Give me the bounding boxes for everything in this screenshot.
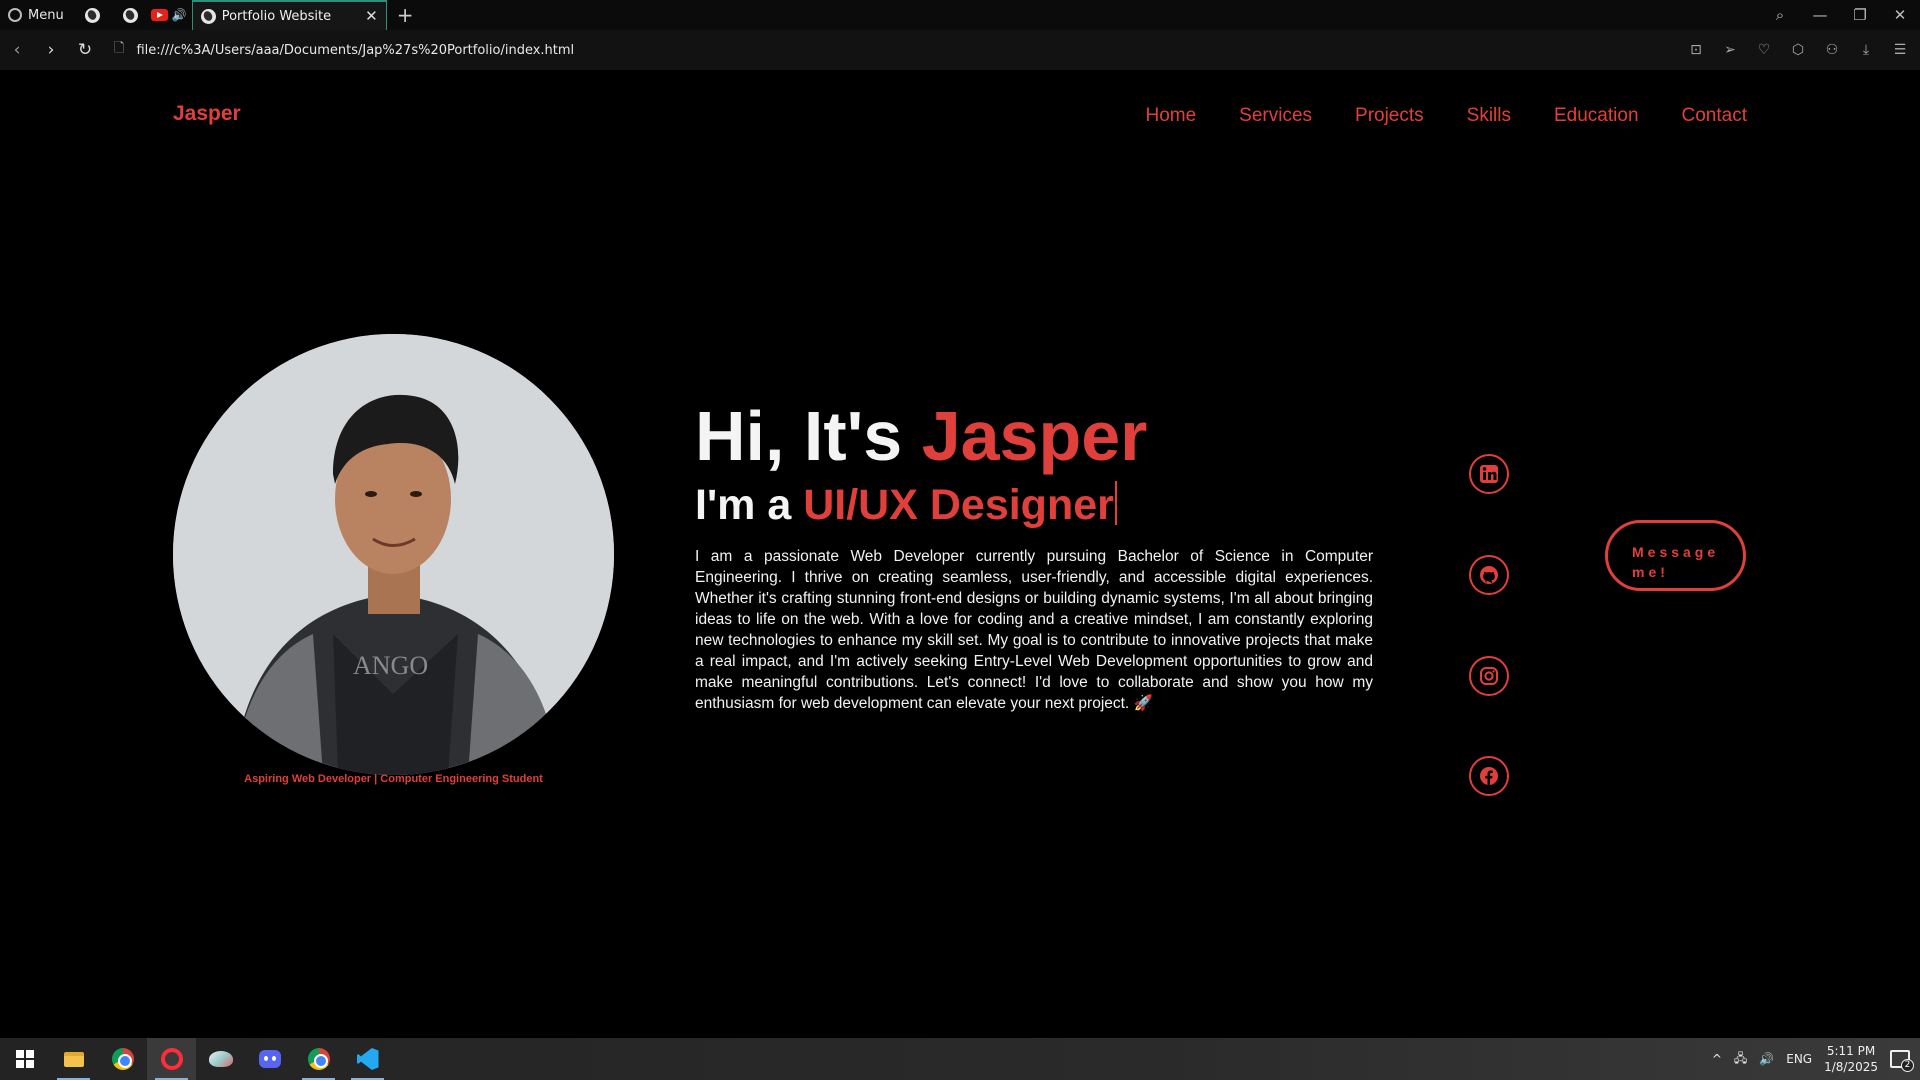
pinned-tab-youtube[interactable]: 🔊: [150, 0, 188, 30]
toolbar-icons: ⊡ ➢ ♡ ⬡ ⚇ ⤓ ☰: [1684, 42, 1920, 58]
url-text: file:///c%3A/Users/aaa/Documents/Jap%27s…: [136, 42, 575, 58]
paint-icon: [208, 1051, 233, 1067]
greeting-prefix: Hi, It's: [695, 397, 922, 475]
speaker-icon: 🔊: [171, 8, 187, 22]
github-icon: [1480, 566, 1498, 584]
taskbar-vscode[interactable]: [343, 1038, 392, 1080]
easy-setup-icon[interactable]: ☰: [1888, 42, 1912, 58]
restore-icon[interactable]: ❐: [1840, 6, 1880, 24]
close-window-icon[interactable]: ✕: [1880, 6, 1920, 24]
greeting-heading: Hi, It's Jasper: [695, 396, 1373, 476]
role-prefix: I'm a: [695, 481, 804, 529]
globe-icon: [200, 8, 216, 24]
download-icon[interactable]: ⤓: [1854, 42, 1878, 58]
browser-menu-label: Menu: [28, 7, 64, 23]
profile-icon[interactable]: ⚇: [1820, 42, 1844, 58]
vscode-icon: [356, 1048, 379, 1070]
notification-center-icon[interactable]: 2: [1890, 1050, 1914, 1072]
taskbar-discord[interactable]: [245, 1038, 294, 1080]
nav-home[interactable]: Home: [1145, 105, 1196, 127]
extensions-icon[interactable]: ⬡: [1786, 42, 1810, 58]
github-link[interactable]: [1469, 555, 1509, 595]
instagram-icon: [1480, 667, 1498, 685]
role-heading: I'm a UI/UX Designer: [695, 476, 1373, 534]
taskbar-paint[interactable]: [196, 1038, 245, 1080]
file-icon: 🗋: [114, 41, 125, 56]
chrome-icon: [111, 1048, 134, 1070]
message-me-button[interactable]: Message me!: [1605, 520, 1746, 591]
linkedin-icon: [1480, 465, 1498, 483]
facebook-icon: [1480, 767, 1498, 785]
search-icon[interactable]: ⌕: [1760, 6, 1800, 24]
clock-time: 5:11 PM: [1826, 1044, 1876, 1058]
heart-icon[interactable]: ♡: [1752, 42, 1776, 58]
opera-icon: [160, 1048, 183, 1070]
nav-contact[interactable]: Contact: [1682, 105, 1747, 127]
nav-skills[interactable]: Skills: [1467, 105, 1511, 127]
instagram-link[interactable]: [1469, 656, 1509, 696]
globe-icon: [85, 7, 101, 23]
notification-count: 2: [1901, 1059, 1914, 1072]
minimize-icon[interactable]: —: [1800, 6, 1840, 24]
linkedin-link[interactable]: [1469, 454, 1509, 494]
tab-title: Portfolio Website: [221, 8, 332, 24]
system-tray: ^ 🖧 🔊 ENG 5:11 PM 1/8/2025 2: [1712, 1043, 1920, 1075]
main-nav: Home Services Projects Skills Education …: [1145, 105, 1747, 127]
start-icon: [15, 1050, 34, 1068]
tray-overflow-icon[interactable]: ^: [1712, 1052, 1722, 1066]
portfolio-page: Jasper Home Services Projects Skills Edu…: [0, 70, 1920, 1038]
active-tab[interactable]: Portfolio Website ✕: [191, 0, 387, 30]
language-indicator[interactable]: ENG: [1786, 1052, 1812, 1066]
network-icon[interactable]: 🖧: [1734, 1049, 1747, 1070]
role-text: UI/UX Designer: [803, 481, 1114, 529]
pinned-tab-1[interactable]: [74, 0, 112, 30]
back-icon[interactable]: ‹: [0, 40, 34, 60]
opera-logo-icon: [8, 8, 22, 22]
tab-close-icon[interactable]: ✕: [365, 7, 378, 25]
clock[interactable]: 5:11 PM 1/8/2025: [1824, 1043, 1878, 1075]
taskbar-file-explorer[interactable]: [49, 1038, 98, 1080]
globe-icon: [123, 7, 139, 23]
window-controls: ⌕ — ❐ ✕: [1760, 0, 1920, 30]
volume-icon[interactable]: 🔊: [1759, 1052, 1774, 1066]
taskbar-chrome[interactable]: [98, 1038, 147, 1080]
new-tab-button[interactable]: +: [397, 3, 414, 27]
tagline: Aspiring Web Developer | Computer Engine…: [244, 773, 543, 785]
nav-education[interactable]: Education: [1554, 105, 1639, 127]
snapshot-icon[interactable]: ⊡: [1684, 42, 1708, 58]
site-logo[interactable]: Jasper: [173, 102, 241, 126]
hero-text: Hi, It's Jasper I'm a UI/UX Designer I a…: [695, 396, 1373, 714]
taskbar-chrome-profile[interactable]: [294, 1038, 343, 1080]
browser-tab-bar: Menu 🔊 Portfolio Website ✕ + ⌕ — ❐ ✕: [0, 0, 1920, 30]
clock-date: 1/8/2025: [1824, 1060, 1878, 1074]
file-explorer-icon: [63, 1051, 84, 1067]
greeting-name: Jasper: [921, 397, 1148, 475]
nav-projects[interactable]: Projects: [1355, 105, 1424, 127]
profile-photo-illustration: ANGO: [173, 334, 614, 775]
taskbar-opera[interactable]: [147, 1038, 196, 1080]
reload-icon[interactable]: ↻: [68, 40, 102, 60]
browser-menu-button[interactable]: Menu: [0, 0, 74, 30]
start-button[interactable]: [0, 1038, 49, 1080]
bio-paragraph: I am a passionate Web Developer currentl…: [695, 548, 1373, 712]
nav-services[interactable]: Services: [1239, 105, 1312, 127]
discord-icon: [258, 1050, 281, 1068]
youtube-icon: [150, 9, 168, 21]
address-bar-row: ‹ › ↻ 🗋 file:///c%3A/Users/aaa/Documents…: [0, 30, 1920, 70]
pinned-tab-2[interactable]: [112, 0, 150, 30]
facebook-link[interactable]: [1469, 756, 1509, 796]
chrome-profile-icon: [307, 1048, 330, 1070]
typing-caret: [1114, 481, 1117, 525]
profile-photo: ANGO: [173, 334, 614, 775]
forward-icon[interactable]: ›: [34, 40, 68, 60]
send-icon[interactable]: ➢: [1718, 42, 1742, 58]
svg-text:ANGO: ANGO: [353, 651, 428, 680]
address-field[interactable]: 🗋 file:///c%3A/Users/aaa/Documents/Jap%2…: [114, 39, 574, 61]
windows-taskbar: ^ 🖧 🔊 ENG 5:11 PM 1/8/2025 2: [0, 1038, 1920, 1080]
